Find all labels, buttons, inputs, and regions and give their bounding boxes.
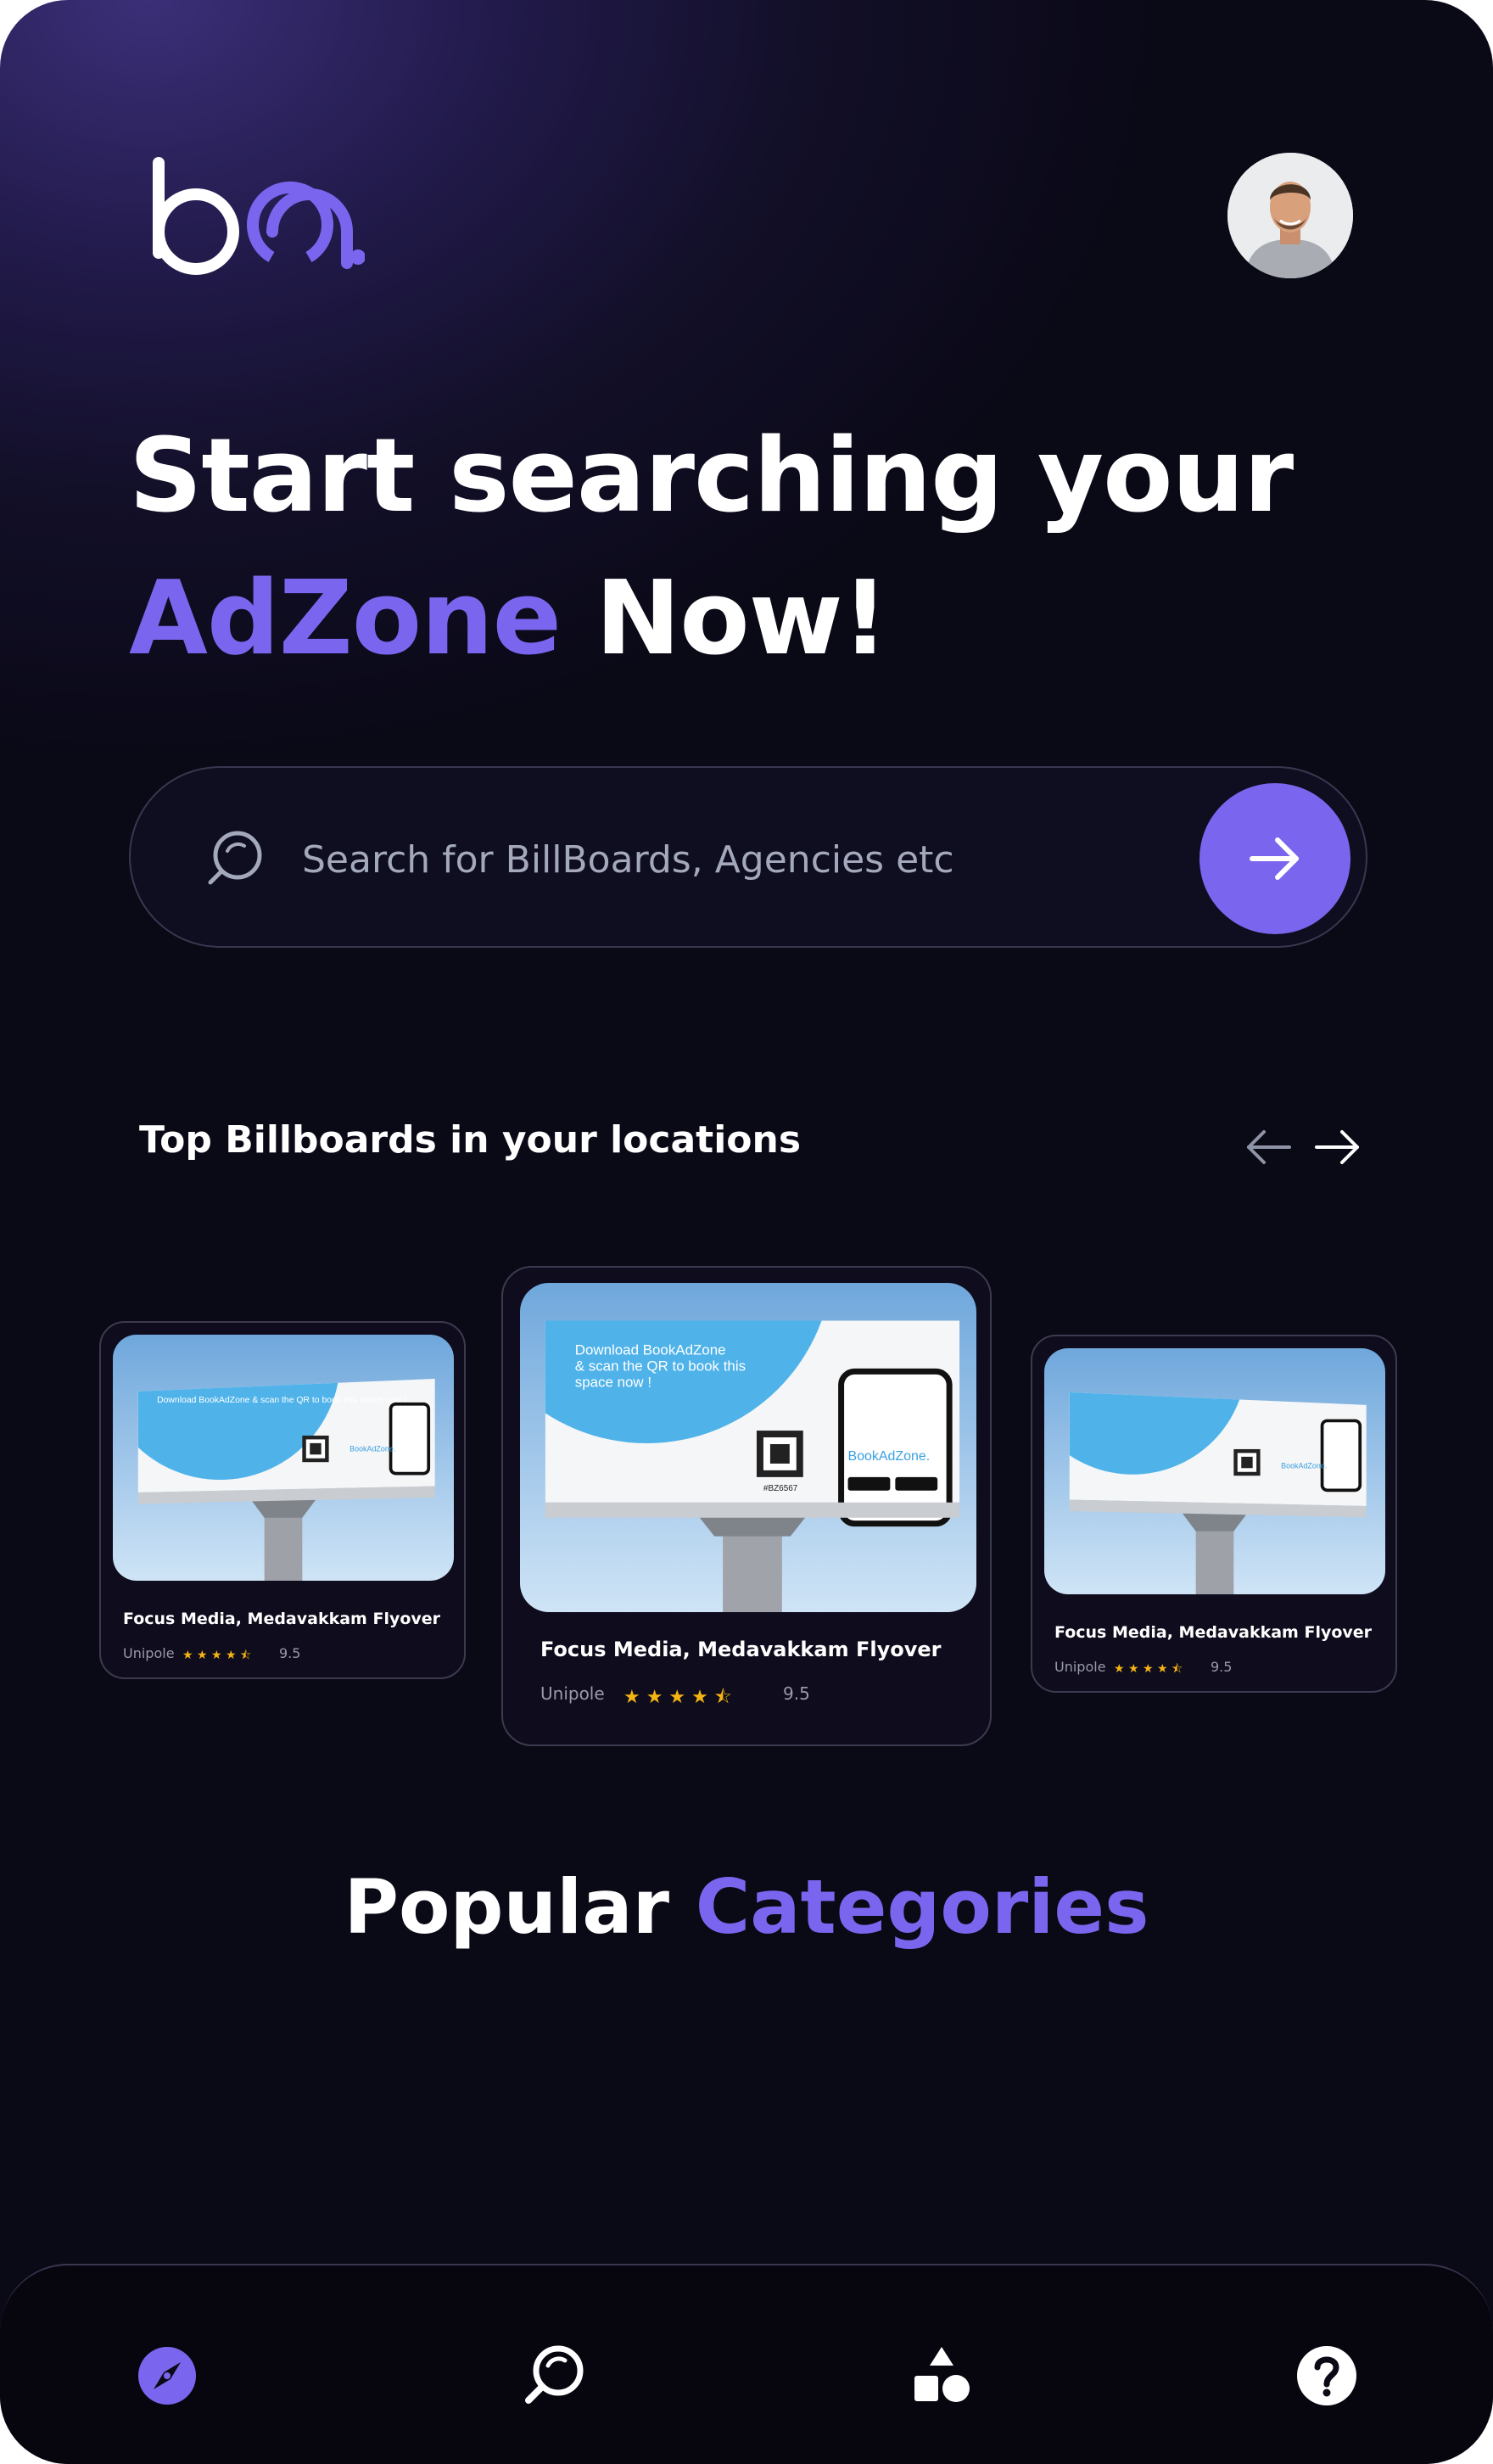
app-screen: Start searching your AdZone Now! Top Bil… [0,0,1493,2464]
profile-photo-icon [1227,153,1353,278]
search-icon [208,831,262,885]
hero-line-2: AdZone Now! [129,548,1401,691]
svg-text:Download BookAdZone & scan the: Download BookAdZone & scan the QR to boo… [157,1396,406,1405]
svg-text:BookAdZone.: BookAdZone. [848,1449,931,1464]
card-rating: 9.5 [1211,1659,1233,1675]
card-type: Unipole [1054,1659,1106,1675]
ba-logo[interactable] [144,153,365,280]
arrow-left-icon[interactable] [1244,1122,1294,1173]
card-title: Focus Media, Medavakkam Flyover [123,1610,441,1628]
popular-word: Popular [344,1863,670,1951]
hero-rest: Now! [561,560,888,678]
rating-stars-icon: ★ ★ ★ ★ ⯪ [1114,1662,1183,1676]
hero-accent-word: AdZone [129,560,562,678]
card-title: Focus Media, Medavakkam Flyover [540,1638,942,1661]
hero-line-1: Start searching your [129,417,1294,535]
svg-text:Download BookAdZone: Download BookAdZone [575,1341,726,1358]
hero-heading: Start searching your AdZone Now! [129,406,1401,691]
bottom-navbar [0,2264,1493,2464]
top-billboards-title: Top Billboards in your locations [139,1118,802,1162]
card-rating: 9.5 [279,1645,301,1661]
avatar[interactable] [1227,153,1353,278]
help-icon[interactable] [1293,2342,1361,2410]
categories-icon[interactable] [908,2342,976,2410]
billboard-card-featured[interactable]: Download BookAdZone & scan the QR to boo… [501,1266,992,1746]
svg-text:#BZ6567: #BZ6567 [763,1484,798,1493]
billboard-photo: BookAdZone. [1044,1348,1385,1594]
svg-text:BookAdZone.: BookAdZone. [349,1445,395,1453]
search-input[interactable] [300,820,1152,899]
svg-text:& scan the QR to book this: & scan the QR to book this [575,1358,746,1374]
rating-stars-icon: ★ ★ ★ ★ ⯪ [182,1649,252,1662]
svg-text:BookAdZone.: BookAdZone. [1281,1461,1327,1470]
search-icon[interactable] [521,2342,589,2410]
billboard-photo: Download BookAdZone & scan the QR to boo… [113,1335,454,1581]
card-type: Unipole [123,1645,175,1661]
rating-stars-icon: ★ ★ ★ ★ ⯪ [623,1687,732,1708]
arrow-right-icon[interactable] [1311,1122,1362,1173]
popular-categories-title: Popular Categories [0,1863,1493,1951]
compass-icon[interactable] [133,2342,201,2410]
billboard-card[interactable]: Download BookAdZone & scan the QR to boo… [99,1321,466,1679]
card-type: Unipole [540,1683,605,1704]
billboard-card[interactable]: BookAdZone. Focus Media, Medavakkam Flyo… [1031,1335,1397,1693]
card-rating: 9.5 [783,1683,810,1704]
search-bar[interactable] [129,766,1367,948]
card-title: Focus Media, Medavakkam Flyover [1054,1623,1373,1642]
billboard-photo: Download BookAdZone & scan the QR to boo… [520,1283,976,1612]
categories-word: Categories [695,1863,1149,1951]
svg-text:space now !: space now ! [575,1374,651,1390]
search-submit-button[interactable] [1199,783,1350,934]
arrow-right-icon [1250,837,1299,880]
